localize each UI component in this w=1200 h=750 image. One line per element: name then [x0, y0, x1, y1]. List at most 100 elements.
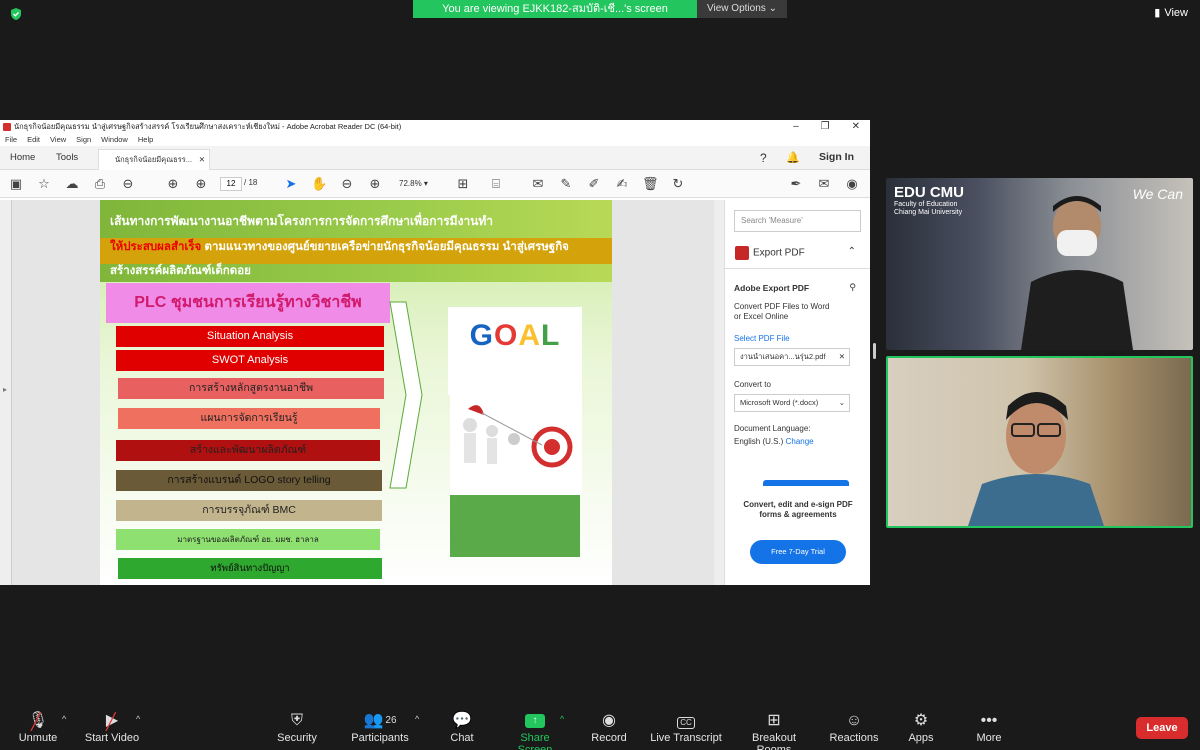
menu-view[interactable]: View [50, 134, 66, 146]
share-options-caret-icon[interactable]: ^ [560, 714, 564, 724]
participant-video-1[interactable]: EDU CMU Faculty of Education Chiang Mai Un… [886, 178, 1193, 350]
pin-icon[interactable]: ⚲ [849, 282, 856, 293]
convert-format-value: Microsoft Word (*.docx) [740, 398, 819, 407]
menu-file[interactable]: File [5, 134, 17, 146]
highlight-pen-icon[interactable]: ✎ [558, 176, 574, 192]
closed-caption-icon: CC [650, 710, 722, 732]
account-icon[interactable]: ◉ [844, 176, 860, 192]
draw-icon[interactable]: ✐ [586, 176, 602, 192]
step-product-development: สร้างและพัฒนาผลิตภัณฑ์ [116, 440, 380, 461]
free-trial-button[interactable]: Free 7-Day Trial [750, 540, 846, 564]
page-down-icon[interactable]: ⊕ [193, 176, 209, 192]
sign-in-button[interactable]: Sign In [819, 151, 854, 163]
export-pdf-header[interactable]: Export PDF [735, 246, 805, 260]
menu-sign[interactable]: Sign [76, 134, 91, 146]
step-branding: การสร้างแบรนด์ LOGO story telling [116, 470, 382, 491]
record-icon: ◉ [602, 712, 616, 729]
participant-2-figure [968, 392, 1104, 526]
page-number-input[interactable]: 12 [220, 177, 242, 191]
chat-button[interactable]: 💬 Chat [446, 710, 478, 744]
chevron-down-icon: ⌄ [768, 3, 777, 14]
encryption-shield-icon[interactable] [9, 7, 23, 21]
goal-letter: G [469, 319, 494, 352]
change-language-link[interactable]: Change [786, 437, 814, 446]
video-options-caret-icon[interactable]: ^ [136, 714, 140, 724]
upload-cloud-icon[interactable]: ☁ [64, 176, 80, 192]
rotate-icon[interactable]: ↻ [670, 176, 686, 192]
slide-title-red: ให้ประสบผลสำเร็จ [110, 241, 202, 253]
save-icon[interactable]: ▣ [8, 176, 24, 192]
document-area: ▸ เส้นทางการพัฒนางานอาชีพตามโครงการการจั… [0, 200, 870, 585]
document-scrollbar[interactable] [714, 200, 724, 585]
fill-sign-icon[interactable]: ✍ [614, 176, 630, 192]
ellipsis-icon: ••• [980, 712, 998, 729]
view-options-button[interactable]: View Options ⌄ [697, 0, 787, 18]
close-tab-icon[interactable]: ✕ [199, 150, 205, 170]
smiley-add-icon: ☺ [845, 712, 863, 729]
select-cursor-icon[interactable]: ➤ [283, 176, 299, 192]
comment-icon[interactable]: ✉ [530, 176, 546, 192]
share-screen-label: Share Screen [517, 732, 553, 750]
more-button[interactable]: ••• More [974, 710, 1004, 744]
zoom-out-icon[interactable]: ⊖ [339, 176, 355, 192]
live-transcript-button[interactable]: CC Live Transcript [650, 710, 722, 744]
tab-tools[interactable]: Tools [56, 152, 78, 163]
language-row: English (U.S.) Change [734, 437, 814, 446]
convert-format-select[interactable]: Microsoft Word (*.docx) ⌄ [734, 394, 850, 412]
acrobat-window: นักธุรกิจน้อยมีคุณธรรม นำสู่เศรษฐกิจสร้า… [0, 120, 870, 585]
leave-button[interactable]: Leave [1136, 717, 1188, 739]
scroll-mode-icon[interactable]: ⌸ [488, 176, 504, 192]
slide-title-line1: เส้นทางการพัฒนางานอาชีพตามโครงการการจัดก… [110, 214, 494, 228]
fit-page-icon[interactable]: ⊞ [455, 176, 471, 192]
notification-bell-icon[interactable]: 🔔 [786, 151, 800, 164]
menu-window[interactable]: Window [101, 134, 128, 146]
participants-caret-icon[interactable]: ^ [415, 714, 419, 724]
hand-tool-icon[interactable]: ✋ [311, 176, 327, 192]
share-screen-button[interactable]: ↑ Share Screen [502, 710, 568, 750]
view-button[interactable]: ▮ View [1154, 6, 1188, 20]
slide-title-line2: ให้ประสบผลสำเร็จ ตามแนวทางของศูนย์ขยายเค… [110, 238, 569, 256]
close-icon[interactable]: ✕ [852, 120, 860, 134]
tab-home[interactable]: Home [10, 152, 35, 163]
help-icon[interactable]: ? [760, 151, 767, 165]
mail-icon[interactable]: ✉ [816, 176, 832, 192]
goal-letter: O [494, 319, 519, 352]
apps-button[interactable]: ⚙ Apps [906, 710, 936, 744]
measure-search-input[interactable]: Search 'Measure' [734, 210, 861, 232]
bookmark-star-icon[interactable]: ☆ [36, 176, 52, 192]
language-value: English (U.S.) [734, 437, 784, 446]
page-up-icon[interactable]: ⊕ [165, 176, 181, 192]
unmute-button[interactable]: 🎙 ╱ Unmute [18, 710, 58, 744]
reactions-button[interactable]: ☺ Reactions [828, 710, 880, 744]
menu-bar: File Edit View Sign Window Help [0, 134, 870, 146]
start-video-button[interactable]: ▶ ╱ Start Video [84, 710, 140, 744]
participant-video-2-active-speaker[interactable] [886, 356, 1193, 528]
convert-button-partial[interactable] [763, 480, 849, 486]
security-button[interactable]: ⛨ Security [275, 710, 319, 744]
selected-file-field[interactable]: งานนำเสนอคา...นรุ่น2.pdf ✕ [734, 348, 850, 366]
zoom-in-icon[interactable]: ⊕ [367, 176, 383, 192]
restore-icon[interactable]: ❐ [821, 120, 830, 134]
gallery-resize-handle[interactable] [873, 343, 876, 359]
share-screen-icon: ↑ [502, 710, 568, 732]
print-icon[interactable]: ⎙ [92, 176, 108, 192]
minimize-icon[interactable]: – [793, 120, 799, 134]
breakout-rooms-button[interactable]: ⊞ Breakout Rooms [734, 710, 814, 750]
zoom-level-select[interactable]: 72.8% ▾ [395, 177, 441, 191]
menu-edit[interactable]: Edit [27, 134, 40, 146]
step-standards: มาตรฐานของผลิตภัณฑ์ อย. มผช. ฮาลาล [116, 529, 380, 550]
delete-icon[interactable]: 🗑 [642, 176, 659, 192]
participants-button[interactable]: 👥 26 Participants [348, 710, 412, 744]
live-transcript-label: Live Transcript [650, 732, 722, 744]
record-button[interactable]: ◉ Record [588, 710, 630, 744]
more-label: More [976, 732, 1002, 744]
clear-file-icon[interactable]: ✕ [839, 349, 845, 365]
audio-options-caret-icon[interactable]: ^ [62, 714, 66, 724]
collapse-icon[interactable]: ⌃ [848, 246, 856, 257]
window-controls: – ❐ ✕ [793, 120, 860, 134]
zoom-search-icon[interactable]: ⊖ [120, 176, 136, 192]
left-panel-toggle[interactable]: ▸ [0, 200, 12, 585]
link-sign-icon[interactable]: ✒ [788, 176, 804, 192]
tab-document[interactable]: นักธุรกิจน้อยมีคุณธรร... ✕ [98, 149, 210, 170]
menu-help[interactable]: Help [138, 134, 153, 146]
